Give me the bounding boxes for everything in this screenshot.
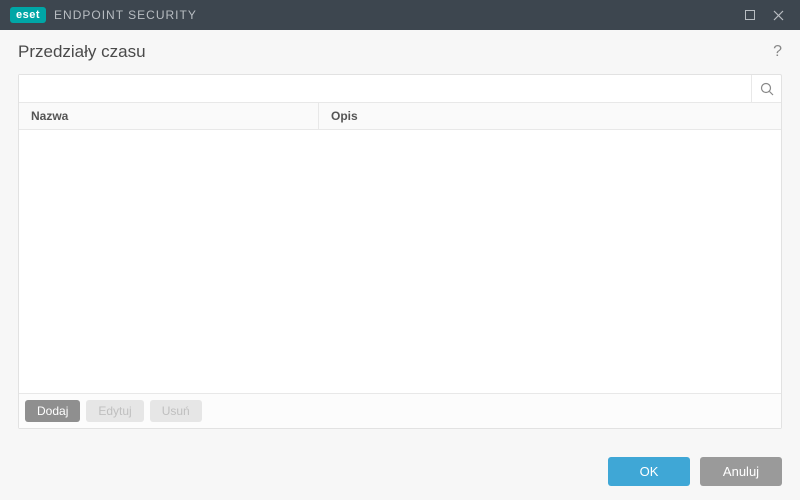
footer: OK Anuluj (0, 443, 800, 500)
help-icon[interactable]: ? (773, 43, 782, 61)
column-header-name[interactable]: Nazwa (19, 103, 319, 129)
app-name: ENDPOINT SECURITY (54, 8, 197, 22)
edit-button[interactable]: Edytuj (86, 400, 143, 422)
delete-button[interactable]: Usuń (150, 400, 202, 422)
column-header-description[interactable]: Opis (319, 103, 781, 129)
table-body (19, 130, 781, 393)
titlebar: eset ENDPOINT SECURITY (0, 0, 800, 30)
table-header: Nazwa Opis (19, 103, 781, 130)
search-icon (760, 82, 774, 96)
search-row (19, 75, 781, 103)
close-button[interactable] (764, 0, 792, 30)
ok-button[interactable]: OK (608, 457, 690, 486)
add-button[interactable]: Dodaj (25, 400, 80, 422)
close-icon (773, 10, 784, 21)
search-input[interactable] (19, 75, 751, 102)
toolbar: Dodaj Edytuj Usuń (19, 393, 781, 428)
time-ranges-panel: Nazwa Opis Dodaj Edytuj Usuń (18, 74, 782, 429)
search-button[interactable] (751, 75, 781, 102)
maximize-icon (745, 10, 755, 20)
cancel-button[interactable]: Anuluj (700, 457, 782, 486)
page-title: Przedziały czasu (18, 42, 773, 62)
brand-badge: eset (10, 7, 46, 23)
maximize-button[interactable] (736, 0, 764, 30)
